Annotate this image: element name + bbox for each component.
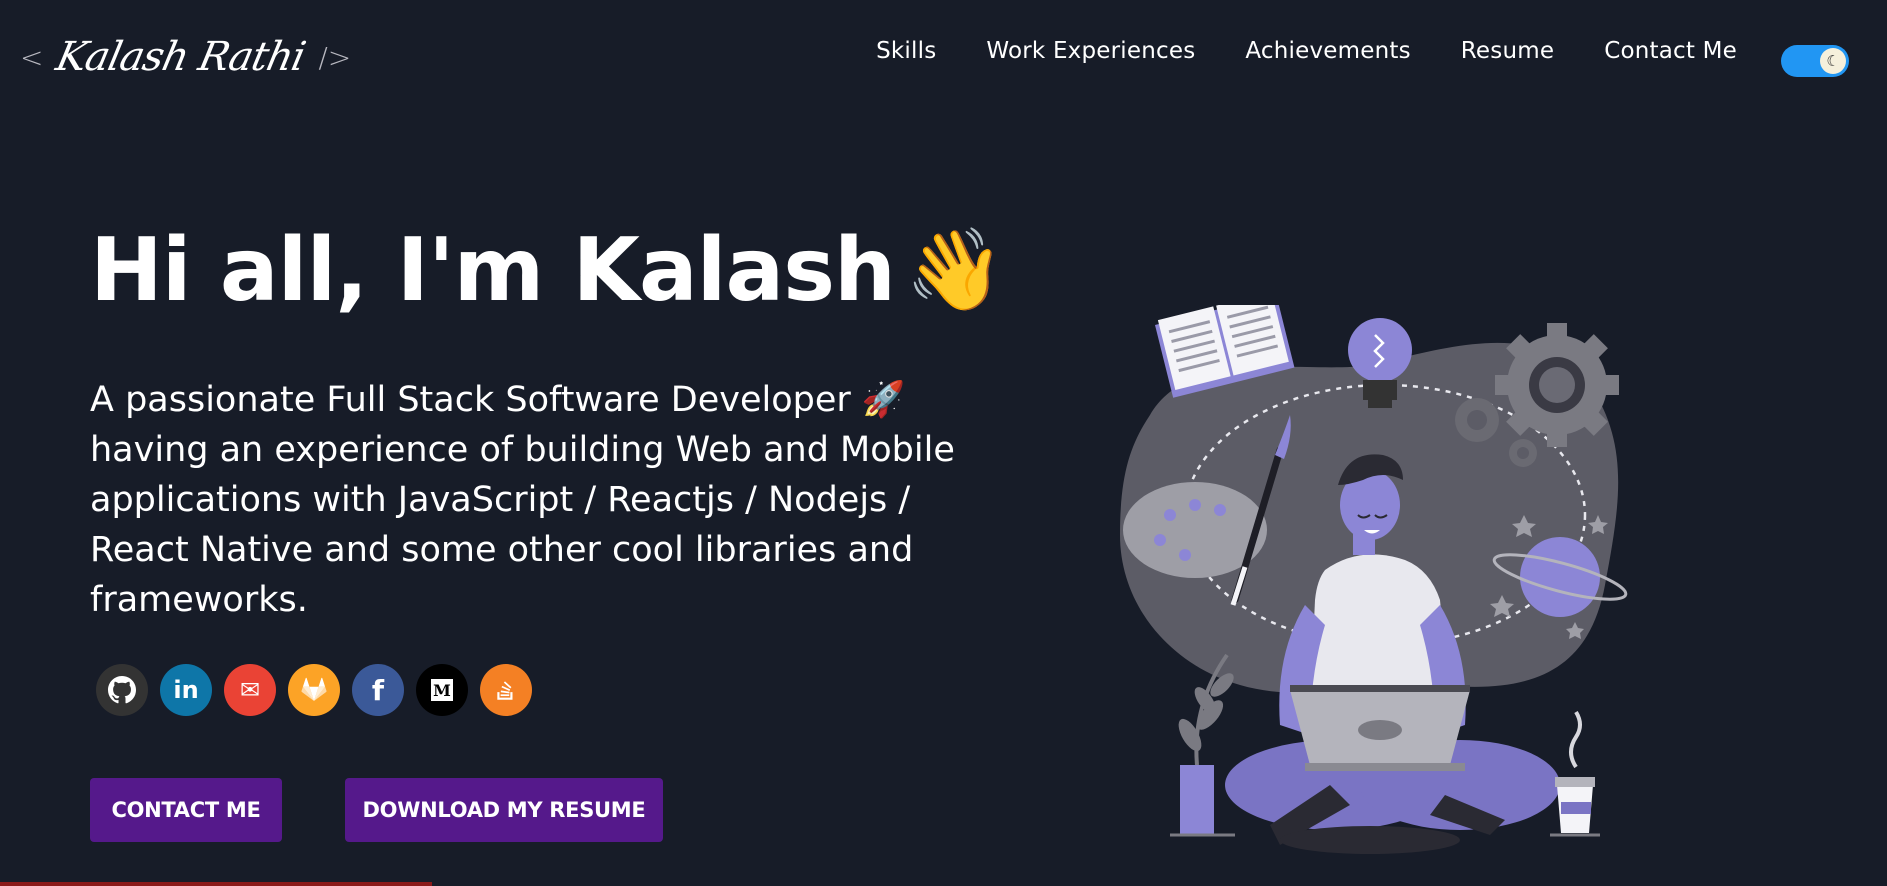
wave-emoji: 👋: [904, 223, 1005, 316]
stackoverflow-icon[interactable]: [480, 664, 532, 716]
gitlab-icon[interactable]: [288, 664, 340, 716]
greeting-text: Hi all, I'm Kalash: [90, 219, 896, 321]
logo-signature: Kalash Rathi: [52, 34, 310, 80]
logo[interactable]: < Kalash Rathi />: [20, 30, 351, 84]
logo-close-bracket: />: [318, 40, 352, 74]
site-header: < Kalash Rathi /> Skills Work Experience…: [0, 0, 1887, 120]
nav-achievements[interactable]: Achievements: [1245, 38, 1410, 64]
mail-icon[interactable]: ✉: [224, 664, 276, 716]
github-icon[interactable]: [96, 664, 148, 716]
nav-contact-me[interactable]: Contact Me: [1604, 38, 1737, 64]
social-links: in ✉ f M: [96, 664, 532, 716]
scroll-progress-bar: [0, 882, 432, 886]
nav-skills[interactable]: Skills: [876, 38, 936, 64]
linkedin-icon[interactable]: in: [160, 664, 212, 716]
hero-subtitle: A passionate Full Stack Software Develop…: [90, 380, 955, 620]
medium-icon[interactable]: M: [416, 664, 468, 716]
moon-icon: ☾: [1820, 48, 1846, 74]
logo-open-bracket: <: [20, 40, 44, 74]
main-nav: Skills Work Experiences Achievements Res…: [876, 38, 1737, 64]
theme-toggle[interactable]: ☾: [1781, 45, 1849, 77]
developer-illustration: [1120, 305, 1628, 854]
download-resume-button[interactable]: DOWNLOAD MY RESUME: [345, 778, 663, 842]
nav-work-experiences[interactable]: Work Experiences: [986, 38, 1195, 64]
facebook-icon[interactable]: f: [352, 664, 404, 716]
contact-me-button[interactable]: CONTACT ME: [90, 778, 282, 842]
hero-greeting: Hi all, I'm Kalash 👋: [90, 219, 1005, 321]
nav-resume[interactable]: Resume: [1461, 38, 1554, 64]
medium-glyph: M: [431, 679, 453, 701]
